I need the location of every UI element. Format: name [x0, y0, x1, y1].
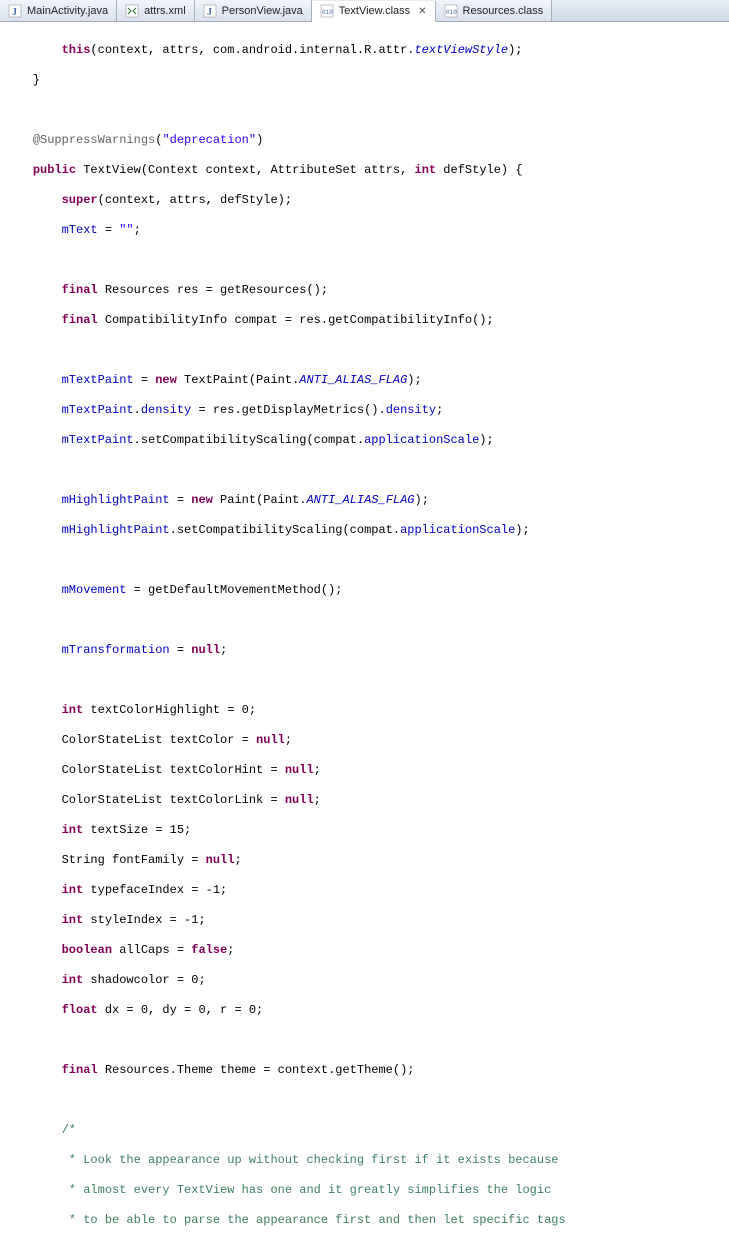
code-line: mTransformation = null;	[4, 643, 729, 658]
java-file-icon: J	[203, 4, 217, 18]
class-file-icon: 010	[320, 4, 334, 18]
code-line: }	[4, 73, 729, 88]
code-line	[4, 103, 729, 118]
code-line: float dx = 0, dy = 0, r = 0;	[4, 1003, 729, 1018]
code-line: int shadowcolor = 0;	[4, 973, 729, 988]
svg-text:010: 010	[446, 9, 457, 16]
code-line: int textSize = 15;	[4, 823, 729, 838]
svg-text:010: 010	[322, 9, 333, 16]
code-line: boolean allCaps = false;	[4, 943, 729, 958]
tab-attrs[interactable]: attrs.xml	[117, 0, 195, 21]
tab-mainactivity[interactable]: J MainActivity.java	[0, 0, 117, 21]
tab-label: attrs.xml	[144, 5, 186, 17]
code-line: final Resources.Theme theme = context.ge…	[4, 1063, 729, 1078]
code-line: String fontFamily = null;	[4, 853, 729, 868]
tab-personview[interactable]: J PersonView.java	[195, 0, 312, 21]
code-editor[interactable]: this(context, attrs, com.android.interna…	[0, 22, 729, 1243]
code-line: public TextView(Context context, Attribu…	[4, 163, 729, 178]
tab-textview[interactable]: 010 TextView.class ✕	[312, 1, 436, 22]
code-line: int typefaceIndex = -1;	[4, 883, 729, 898]
code-comment: /*	[4, 1123, 729, 1138]
code-line: final CompatibilityInfo compat = res.get…	[4, 313, 729, 328]
code-line: super(context, attrs, defStyle);	[4, 193, 729, 208]
code-line: mText = "";	[4, 223, 729, 238]
code-line: final Resources res = getResources();	[4, 283, 729, 298]
tab-label: TextView.class	[339, 5, 410, 17]
tab-label: Resources.class	[463, 5, 544, 17]
code-line: ColorStateList textColorLink = null;	[4, 793, 729, 808]
code-line: this(context, attrs, com.android.interna…	[4, 43, 729, 58]
code-line	[4, 343, 729, 358]
code-line: mTextPaint = new TextPaint(Paint.ANTI_AL…	[4, 373, 729, 388]
code-line: mMovement = getDefaultMovementMethod();	[4, 583, 729, 598]
tab-label: MainActivity.java	[27, 5, 108, 17]
svg-text:J: J	[12, 7, 17, 18]
tab-resources[interactable]: 010 Resources.class	[436, 0, 553, 21]
code-line: int styleIndex = -1;	[4, 913, 729, 928]
class-file-icon: 010	[444, 4, 458, 18]
code-line: mTextPaint.setCompatibilityScaling(compa…	[4, 433, 729, 448]
java-file-icon: J	[8, 4, 22, 18]
code-comment: * almost every TextView has one and it g…	[4, 1183, 729, 1198]
close-icon[interactable]: ✕	[418, 6, 426, 17]
code-line	[4, 673, 729, 688]
code-comment: * Look the appearance up without checkin…	[4, 1153, 729, 1168]
code-line	[4, 253, 729, 268]
code-comment: * to be able to parse the appearance fir…	[4, 1213, 729, 1228]
xml-file-icon	[125, 4, 139, 18]
editor-tab-bar: J MainActivity.java attrs.xml J PersonVi…	[0, 0, 729, 22]
code-line: ColorStateList textColor = null;	[4, 733, 729, 748]
svg-text:J: J	[207, 7, 212, 18]
code-line	[4, 463, 729, 478]
code-line	[4, 1033, 729, 1048]
tab-label: PersonView.java	[222, 5, 303, 17]
code-line: mHighlightPaint.setCompatibilityScaling(…	[4, 523, 729, 538]
code-line: @SuppressWarnings("deprecation")	[4, 133, 729, 148]
code-line: mHighlightPaint = new Paint(Paint.ANTI_A…	[4, 493, 729, 508]
code-line	[4, 1093, 729, 1108]
code-line: ColorStateList textColorHint = null;	[4, 763, 729, 778]
code-line	[4, 613, 729, 628]
code-line: int textColorHighlight = 0;	[4, 703, 729, 718]
code-line	[4, 553, 729, 568]
code-line: mTextPaint.density = res.getDisplayMetri…	[4, 403, 729, 418]
